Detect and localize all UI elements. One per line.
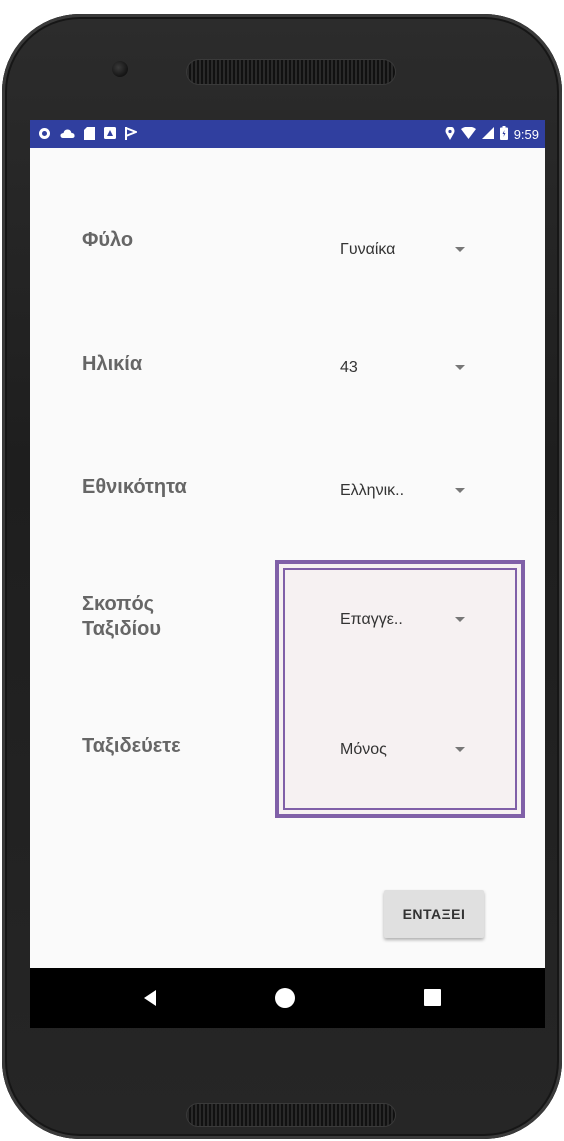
wifi-icon — [460, 126, 476, 141]
gender-spinner[interactable]: Γυναίκα — [340, 238, 475, 268]
gender-label: Φύλο — [82, 229, 134, 251]
battery-icon — [499, 126, 508, 142]
dropdown-arrow-icon — [455, 488, 465, 493]
notification-icon — [104, 127, 116, 141]
shield-icon — [38, 127, 51, 142]
nationality-spinner[interactable]: Ελληνικ.. — [340, 479, 475, 509]
dropdown-arrow-icon — [455, 365, 465, 370]
device-screen: 9:59 Φύλο Γυναίκα Ηλικία 43 Εθνικότητα Ε… — [30, 120, 545, 1028]
travel-companion-spinner[interactable]: Μόνος — [340, 738, 475, 768]
dropdown-arrow-icon — [455, 617, 465, 622]
status-left-icons — [38, 126, 139, 142]
purpose-label: Σκοπός Ταξιδίου — [82, 592, 161, 642]
highlight-inner-border — [283, 568, 517, 810]
home-icon[interactable] — [275, 988, 295, 1008]
dropdown-arrow-icon — [455, 747, 465, 752]
purpose-spinner[interactable]: Επαγγε.. — [340, 608, 475, 638]
status-time: 9:59 — [513, 126, 539, 142]
highlight-box — [275, 560, 525, 818]
cloud-icon — [60, 128, 75, 140]
gender-value: Γυναίκα — [340, 241, 396, 258]
age-value: 43 — [340, 359, 358, 376]
purpose-value: Επαγγε.. — [340, 611, 403, 628]
status-right-icons: 9:59 — [445, 125, 539, 142]
travel-companion-label: Ταξιδεύετε — [82, 735, 181, 757]
status-bar: 9:59 — [30, 120, 545, 148]
travel-companion-value: Μόνος — [340, 741, 387, 758]
purpose-label-line2: Ταξιδίου — [82, 618, 162, 640]
sd-card-icon — [84, 126, 95, 142]
bottom-speaker — [187, 1104, 395, 1126]
ok-button[interactable]: ΕΝΤΑΞΕΙ — [384, 890, 484, 938]
earpiece-speaker — [187, 60, 395, 84]
recents-icon[interactable] — [424, 989, 441, 1006]
dropdown-arrow-icon — [455, 247, 465, 252]
purpose-label-line1: Σκοπός — [82, 593, 155, 615]
back-icon[interactable] — [144, 990, 156, 1006]
navigation-bar — [30, 968, 545, 1028]
age-label: Ηλικία — [82, 353, 143, 375]
form-content: Φύλο Γυναίκα Ηλικία 43 Εθνικότητα Ελληνι… — [30, 148, 545, 968]
front-camera — [112, 61, 128, 77]
nationality-label: Εθνικότητα — [82, 476, 187, 498]
flag-icon — [125, 126, 139, 142]
signal-icon — [481, 127, 494, 141]
location-icon — [445, 125, 455, 142]
nationality-value: Ελληνικ.. — [340, 482, 405, 499]
age-spinner[interactable]: 43 — [340, 356, 475, 386]
